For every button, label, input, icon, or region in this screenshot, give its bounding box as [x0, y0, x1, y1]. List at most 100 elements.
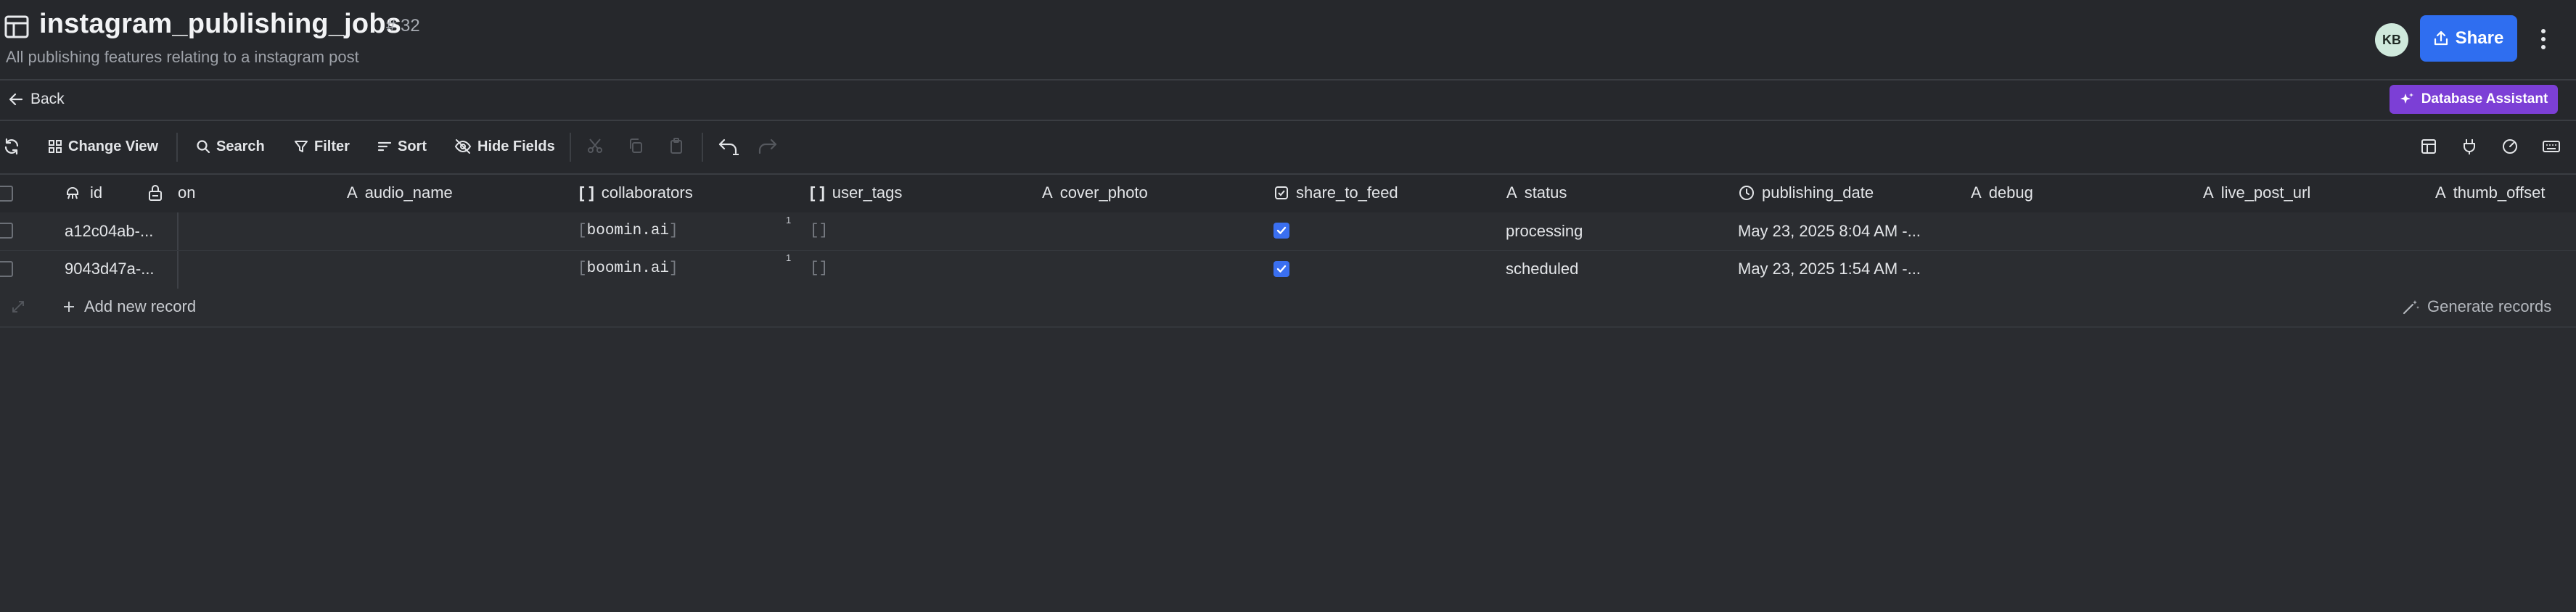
column-label: publishing_date [1762, 183, 1874, 202]
cut-icon[interactable] [586, 137, 604, 154]
share-button[interactable]: Share [2420, 15, 2517, 62]
sort-icon [377, 141, 392, 152]
collaborator-tag[interactable]: [boomin.ai] [578, 223, 678, 239]
cell-publishing-date[interactable]: May 23, 2025 1:54 AM -... [1738, 260, 1921, 278]
gauge-icon[interactable] [2502, 138, 2518, 154]
key-icon [67, 187, 78, 199]
toolbar-divider [176, 133, 178, 162]
cell-id[interactable]: a12c04ab-... [65, 222, 153, 241]
sparkle-icon [2400, 93, 2413, 104]
more-options-icon[interactable] [2532, 19, 2554, 59]
copy-icon[interactable] [627, 137, 644, 154]
column-label: user_tags [832, 183, 903, 202]
filter-icon [295, 141, 308, 152]
collaborator-tag[interactable]: [boomin.ai] [578, 260, 678, 277]
search-button[interactable]: Search [196, 136, 265, 157]
column-header-share-to-feed[interactable]: share_to_feed [1274, 181, 1398, 204]
upload-icon [2434, 30, 2448, 46]
change-view-label: Change View [68, 138, 159, 154]
page-title: instagram_publishing_jobs [39, 9, 402, 39]
hide-fields-button[interactable]: Hide Fields [454, 136, 555, 157]
sort-label: Sort [398, 138, 427, 154]
column-label: status [1524, 183, 1567, 202]
assistant-label: Database Assistant [2421, 91, 2548, 107]
keyboard-icon[interactable] [2542, 139, 2561, 154]
magic-wand-icon [2403, 300, 2419, 315]
undo-icon[interactable] [718, 137, 740, 156]
column-label: cover_photo [1059, 183, 1148, 202]
redo-icon[interactable] [758, 137, 777, 154]
paste-icon[interactable] [668, 137, 685, 154]
column-header-user-tags[interactable]: [ ] user_tags [810, 181, 902, 204]
table-icon [4, 15, 29, 38]
hide-fields-label: Hide Fields [477, 138, 555, 154]
search-label: Search [216, 138, 265, 154]
expand-icon [12, 301, 24, 313]
text-type-icon: A [2203, 183, 2214, 202]
add-record-row [0, 289, 2576, 328]
column-header-id[interactable]: id [65, 181, 102, 204]
empty-grid-area [0, 328, 2576, 612]
add-new-record-button[interactable]: Add new record [62, 297, 196, 316]
lock-icon [149, 185, 162, 201]
column-header-debug[interactable]: A debug [1971, 181, 2033, 204]
frozen-column-divider [177, 212, 179, 250]
filter-button[interactable]: Filter [294, 136, 350, 157]
column-header-thumb-offset[interactable]: A thumb_offset [2435, 181, 2545, 204]
generate-records-button[interactable]: Generate records [2403, 297, 2551, 316]
generate-records-label: Generate records [2427, 297, 2552, 315]
text-type-icon: A [347, 183, 358, 202]
column-header-publishing-date[interactable]: publishing_date [1739, 181, 1874, 204]
share-to-feed-checkbox[interactable] [1273, 223, 1289, 239]
collaborators-count: 1 [786, 252, 792, 263]
text-type-icon: A [1971, 183, 1982, 202]
frozen-column-divider [177, 251, 179, 289]
navigation-bar: Back [0, 80, 2576, 121]
change-view-button[interactable]: Change View [48, 136, 158, 157]
cell-status[interactable]: processing [1506, 222, 1583, 241]
user-tags-empty[interactable]: [] [810, 223, 828, 239]
cell-publishing-date[interactable]: May 23, 2025 8:04 AM -... [1738, 222, 1921, 241]
clock-icon [1739, 186, 1754, 200]
column-label: debug [1988, 183, 2033, 202]
text-type-icon: A [1042, 183, 1053, 202]
refresh-icon[interactable] [3, 138, 20, 155]
text-type-icon: A [2435, 183, 2446, 202]
column-label: live_post_url [2220, 183, 2311, 202]
back-button[interactable]: Back [9, 91, 65, 108]
plug-icon[interactable] [2461, 138, 2477, 155]
select-all-checkbox[interactable] [0, 186, 13, 202]
column-header-cover-photo[interactable]: A cover_photo [1042, 181, 1148, 204]
column-label: share_to_feed [1296, 183, 1398, 202]
collaborators-count: 1 [786, 215, 792, 226]
toolbar-divider [702, 133, 703, 162]
column-label: thumb_offset [2453, 183, 2546, 202]
column-header-audio-name[interactable]: A audio_name [347, 181, 453, 204]
layout-panel-icon[interactable] [2421, 138, 2437, 154]
column-label: id [90, 183, 103, 202]
grid-icon [49, 140, 62, 153]
arrow-left-icon [9, 93, 23, 106]
row-checkbox[interactable] [0, 261, 13, 277]
database-assistant-button[interactable]: Database Assistant [2390, 85, 2558, 114]
plus-icon [64, 302, 74, 312]
column-header-live-post-url[interactable]: A live_post_url [2203, 181, 2310, 204]
record-count: # 32 [386, 16, 420, 36]
add-record-label: Add new record [84, 297, 197, 315]
column-label: audio_name [364, 183, 453, 202]
avatar[interactable]: KB [2375, 23, 2408, 57]
cell-status[interactable]: scheduled [1506, 260, 1578, 278]
row-checkbox[interactable] [0, 223, 13, 239]
share-to-feed-checkbox[interactable] [1273, 261, 1289, 277]
column-header-partial[interactable]: on [178, 181, 195, 204]
toolbar-divider [570, 133, 571, 162]
column-header-status[interactable]: A status [1506, 181, 1567, 204]
user-tags-empty[interactable]: [] [810, 260, 828, 277]
sort-button[interactable]: Sort [377, 136, 427, 157]
checkbox-type-icon [1275, 186, 1288, 199]
column-header-collaborators[interactable]: [ ] collaborators [579, 181, 693, 204]
cell-id[interactable]: 9043d47a-... [65, 260, 155, 278]
search-icon [197, 140, 210, 154]
eye-off-icon [454, 139, 472, 154]
checkmark-icon [1276, 265, 1287, 273]
